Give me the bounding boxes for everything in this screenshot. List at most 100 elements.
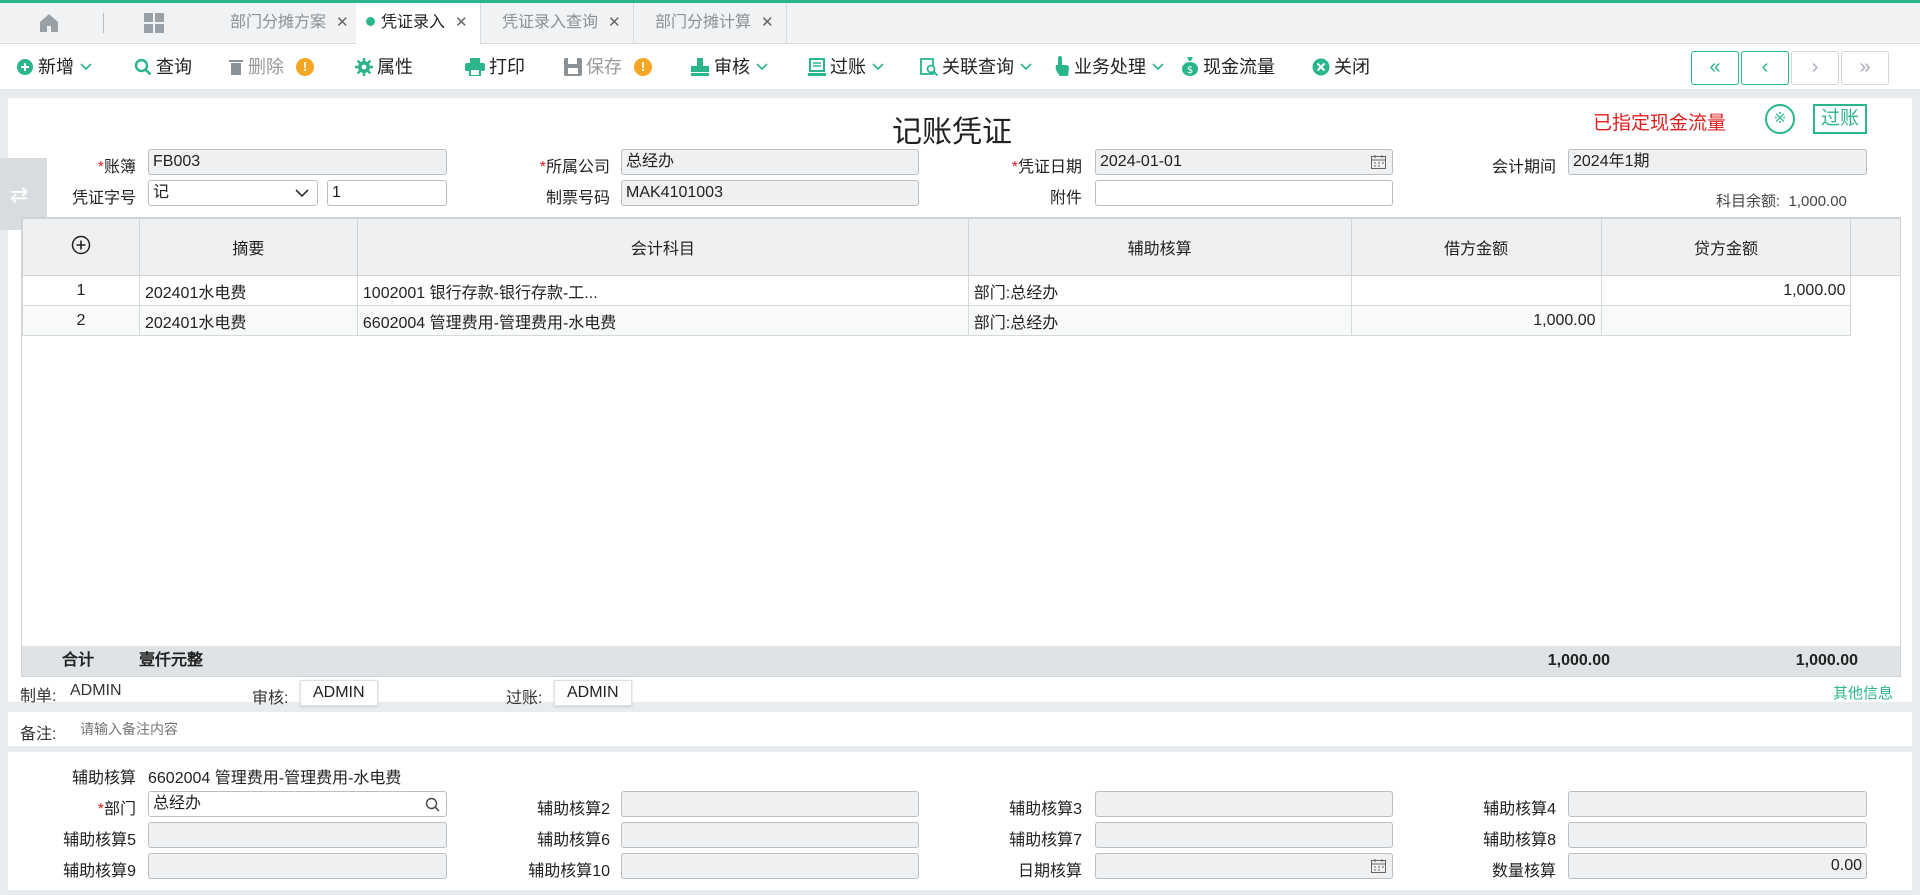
aux5-field[interactable] <box>148 822 447 848</box>
aux-cell[interactable]: 部门:总经办 <box>967 275 1352 306</box>
chevron-down-icon <box>295 189 309 198</box>
properties-button[interactable]: 属性 <box>355 44 413 90</box>
tab-dept-allocation-plan[interactable]: 部门分摊方案 ✕ <box>210 3 362 44</box>
audit-button[interactable]: 审核 <box>690 44 772 90</box>
total-credit: 1,000.00 <box>1795 652 1858 669</box>
cash-flow-status: 已指定现金流量 <box>1593 113 1727 134</box>
account-cell[interactable]: 6602004 管理费用-管理费用-水电费 <box>356 305 969 336</box>
stamp-icon <box>691 58 709 76</box>
aux2-field[interactable] <box>621 791 919 817</box>
tab-dept-allocation-calc[interactable]: 部门分摊计算 ✕ <box>635 3 787 44</box>
debit-cell[interactable]: 1,000.00 <box>1350 305 1602 336</box>
grid-spacer <box>1851 276 1900 306</box>
grid-menu-icon[interactable] <box>143 12 165 39</box>
aux7-field[interactable] <box>1095 822 1393 848</box>
balance-value: 1,000.00 <box>1788 193 1847 210</box>
attachment-field[interactable] <box>1095 180 1393 206</box>
tab-voucher-query[interactable]: 凭证录入查询 ✕ <box>482 3 634 44</box>
aux5-label: 辅助核算5 <box>63 832 136 849</box>
date-value: 2024-01-01 <box>1100 153 1182 170</box>
aux8-field[interactable] <box>1568 822 1867 848</box>
calendar-icon <box>1371 155 1386 169</box>
print-button[interactable]: 打印 <box>465 44 525 90</box>
date-field[interactable]: 2024-01-01 <box>1095 149 1393 175</box>
total-row: 合计 壹仟元整 1,000.00 1,000.00 <box>22 646 1900 676</box>
credit-cell[interactable]: 1,000.00 <box>1600 275 1852 306</box>
aux-title-value: 6602004 管理费用-管理费用-水电费 <box>148 770 402 787</box>
business-button[interactable]: 业务处理 <box>1054 44 1168 90</box>
credit-cell[interactable] <box>1600 305 1852 336</box>
prev-record-button[interactable]: ‹ <box>1741 51 1789 85</box>
tab-voucher-entry[interactable]: 凭证录入 ✕ <box>356 3 481 44</box>
related-query-button[interactable]: 关联查询 <box>920 44 1036 90</box>
add-row-header[interactable] <box>22 218 140 276</box>
query-button[interactable]: 查询 <box>134 44 192 90</box>
aux4-field[interactable] <box>1568 791 1867 817</box>
maker-value: ADMIN <box>70 682 122 699</box>
last-record-button[interactable]: » <box>1841 51 1889 85</box>
table-row[interactable]: 1 202401水电费 1002001 银行存款-银行存款-工... 部门:总经… <box>22 275 1901 306</box>
delete-label: 删除 <box>248 57 284 77</box>
credit-header: 贷方金额 <box>1600 218 1852 276</box>
dept-label: *部门 <box>97 801 136 818</box>
row-number: 2 <box>22 305 140 336</box>
swap-arrows-icon: ⇄ <box>10 182 29 207</box>
post-button[interactable]: 过账 <box>808 44 888 90</box>
save-button[interactable]: 保存! <box>564 44 652 90</box>
close-label: 关闭 <box>1334 57 1370 77</box>
qty-aux-field[interactable]: 0.00 <box>1568 853 1867 879</box>
date-aux-field[interactable] <box>1095 853 1393 879</box>
cash-flow-label: 现金流量 <box>1203 57 1275 77</box>
ledger-field[interactable]: FB003 <box>148 149 447 175</box>
account-cell[interactable]: 1002001 银行存款-银行存款-工... <box>356 275 969 306</box>
calendar-icon <box>1371 859 1386 873</box>
warning-icon: ! <box>296 58 314 76</box>
total-words: 壹仟元整 <box>139 652 204 669</box>
related-query-label: 关联查询 <box>942 57 1014 77</box>
remark-input[interactable] <box>80 717 1580 741</box>
first-record-button[interactable]: « <box>1691 51 1739 85</box>
period-field[interactable]: 2024年1期 <box>1568 149 1867 175</box>
tab-label: 部门分摊计算 <box>655 14 752 31</box>
entries-table: 摘要 会计科目 辅助核算 借方金额 贷方金额 1 202401水电费 10020… <box>22 218 1900 336</box>
close-icon[interactable]: ✕ <box>336 14 349 31</box>
period-label: 会计期间 <box>1491 159 1556 176</box>
trash-icon <box>229 60 243 75</box>
aux6-field[interactable] <box>621 822 919 848</box>
add-button[interactable]: 新增 <box>16 44 96 90</box>
voucher-number-field[interactable]: 1 <box>327 180 447 206</box>
debit-cell[interactable] <box>1350 275 1602 306</box>
close-button[interactable]: 关闭 <box>1312 44 1370 90</box>
money-bag-icon: $ <box>1182 57 1198 76</box>
doc-search-icon <box>920 58 939 77</box>
table-row[interactable]: 2 202401水电费 6602004 管理费用-管理费用-水电费 部门:总经办… <box>22 305 1900 336</box>
company-label: *所属公司 <box>539 159 610 176</box>
qty-aux-label: 数量核算 <box>1491 863 1556 880</box>
close-icon[interactable]: ✕ <box>608 14 621 31</box>
aux10-field[interactable] <box>621 853 919 879</box>
next-record-button[interactable]: › <box>1791 51 1839 85</box>
home-icon[interactable] <box>38 12 60 39</box>
other-info-link[interactable]: 其他信息 <box>1833 682 1893 703</box>
divider <box>103 13 104 33</box>
tab-bar: 部门分摊方案 ✕ 凭证录入 ✕ 凭证录入查询 ✕ 部门分摊计算 ✕ <box>0 0 1920 44</box>
account-header: 会计科目 <box>356 218 969 276</box>
delete-button[interactable]: 删除! <box>228 44 314 90</box>
voucher-word-select[interactable]: 记 <box>148 180 318 206</box>
summary-cell[interactable]: 202401水电费 <box>138 275 358 306</box>
dept-value: 总经办 <box>153 795 202 812</box>
dept-field[interactable]: 总经办 <box>148 791 447 817</box>
attachment-label: 附件 <box>1049 190 1082 207</box>
aux3-field[interactable] <box>1095 791 1393 817</box>
ticket-field[interactable]: MAK4101003 <box>621 180 919 206</box>
settle-stamp-icon: ※ <box>1765 104 1795 134</box>
summary-cell[interactable]: 202401水电费 <box>138 305 358 336</box>
close-icon[interactable]: ✕ <box>761 14 774 31</box>
grid-spacer <box>1850 218 1900 276</box>
aux9-field[interactable] <box>148 853 447 879</box>
aux-cell[interactable]: 部门:总经办 <box>967 305 1352 336</box>
company-field[interactable]: 总经办 <box>621 149 919 175</box>
cash-flow-button[interactable]: $ 现金流量 <box>1181 44 1275 90</box>
hand-pointer-icon <box>1055 56 1069 76</box>
close-icon[interactable]: ✕ <box>455 14 468 31</box>
